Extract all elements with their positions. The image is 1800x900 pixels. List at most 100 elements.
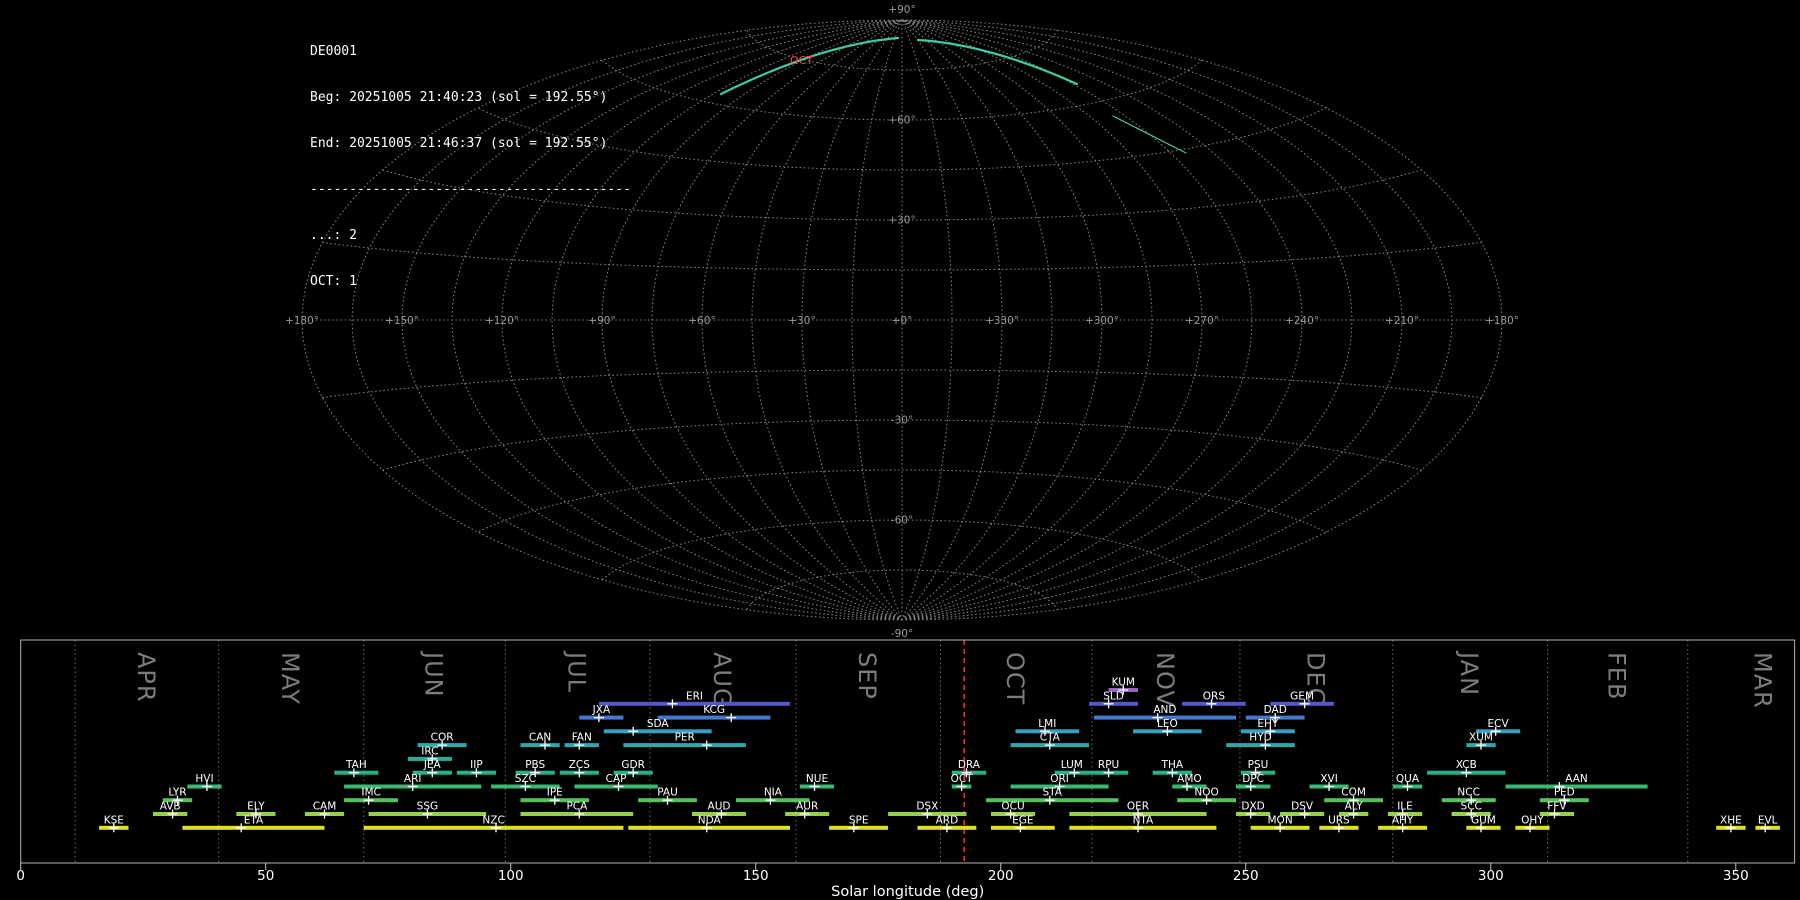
- shower-label-URS: URS: [1328, 814, 1350, 826]
- screen: +180°+150°+120°+90°+60°+30°+0°+330°+300°…: [0, 0, 1800, 900]
- shower-label-COR: COR: [431, 732, 454, 744]
- shower-label-THA: THA: [1161, 759, 1184, 771]
- shower-label-DSX: DSX: [916, 801, 938, 813]
- shower-label-AVB: AVB: [160, 801, 181, 813]
- shower-label-KUM: KUM: [1112, 677, 1135, 689]
- shower-label-FAN: FAN: [572, 732, 592, 744]
- shower-peak-KCG: [726, 713, 736, 722]
- shower-label-HYD: HYD: [1249, 732, 1271, 744]
- shower-label-ILE: ILE: [1397, 801, 1413, 813]
- shower-label-OHY: OHY: [1521, 814, 1544, 826]
- shower-label-EVL: EVL: [1758, 814, 1778, 826]
- shower-label-ELY: ELY: [247, 801, 265, 813]
- plot-canvas: +180°+150°+120°+90°+60°+30°+0°+330°+300°…: [0, 0, 1800, 900]
- shower-label-EGE: EGE: [1012, 814, 1033, 826]
- month-label: FEB: [1603, 652, 1631, 700]
- dec-label: +30°: [888, 215, 915, 227]
- separator-line: ----------------------------------------…: [310, 182, 631, 197]
- shower-label-NIA: NIA: [764, 787, 783, 799]
- observation-info: DE0001 Beg: 20251005 21:40:23 (sol = 192…: [310, 13, 631, 320]
- shower-label-STA: STA: [1042, 787, 1062, 799]
- x-tick-label: 250: [1233, 868, 1259, 884]
- shower-label-JEA: JEA: [423, 759, 442, 771]
- shower-label-AND: AND: [1153, 704, 1176, 716]
- shower-label-QUA: QUA: [1396, 773, 1420, 785]
- shower-bar-AAN: [1506, 785, 1648, 789]
- month-label: JUN: [420, 650, 448, 698]
- x-tick-label: 50: [257, 868, 274, 884]
- dec-label: +60°: [888, 115, 915, 127]
- shower-bar-SDA: [604, 729, 712, 733]
- dec-label: -30°: [891, 415, 913, 427]
- month-label: JAN: [1455, 650, 1483, 696]
- shower-label-OCU: OCU: [1001, 801, 1024, 813]
- shower-label-ORS: ORS: [1203, 690, 1226, 702]
- meteor-track: [918, 40, 1077, 84]
- shower-label-GEM: GEM: [1290, 690, 1314, 702]
- shower-label-CTA: CTA: [1040, 732, 1061, 744]
- shower-label-XHE: XHE: [1720, 814, 1742, 826]
- north-pole-label: +90°: [888, 4, 915, 16]
- shower-label-AUR: AUR: [796, 801, 818, 813]
- shower-label-ZCS: ZCS: [569, 759, 591, 771]
- shower-label-LMI: LMI: [1038, 718, 1056, 730]
- shower-label-EHY: EHY: [1257, 718, 1279, 730]
- shower-label-IRC: IRC: [421, 745, 438, 757]
- shower-label-OCT: OCT: [951, 773, 974, 785]
- shower-label-IIP: IIP: [470, 759, 483, 771]
- shower-label-XUM: XUM: [1469, 732, 1493, 744]
- month-label: AUG: [708, 652, 736, 708]
- meteor-track: [1113, 116, 1186, 153]
- south-pole-label: -90°: [891, 628, 913, 640]
- shower-label-DAD: DAD: [1264, 704, 1287, 716]
- shower-label-TAH: TAH: [345, 759, 367, 771]
- shower-label-AUD: AUD: [708, 801, 731, 813]
- ra-label: +60°: [688, 315, 715, 327]
- shower-label-ARI: ARI: [404, 773, 422, 785]
- shower-label-SPE: SPE: [849, 814, 869, 826]
- shower-label-PAU: PAU: [657, 787, 678, 799]
- shower-label-XCB: XCB: [1456, 759, 1477, 771]
- x-axis-title: Solar longitude (deg): [831, 884, 984, 900]
- activity-timeline: APRMAYJUNJULAUGSEPOCTNOVDECJANFEBMARKUME…: [16, 640, 1794, 900]
- shower-label-ORI: ORI: [1050, 773, 1069, 785]
- month-label: MAR: [1749, 652, 1777, 709]
- shower-bar-ERI: [599, 702, 790, 706]
- shower-label-RPU: RPU: [1098, 759, 1119, 771]
- shower-label-XVI: XVI: [1320, 773, 1337, 785]
- shower-label-NTA: NTA: [1133, 814, 1154, 826]
- shower-label-KSE: KSE: [104, 814, 124, 826]
- shower-label-DRA: DRA: [958, 759, 981, 771]
- ra-label: +240°: [1285, 315, 1319, 327]
- x-tick-label: 0: [16, 868, 25, 884]
- shower-bar-KCG: [658, 716, 771, 720]
- shower-label-DXD: DXD: [1241, 801, 1264, 813]
- shower-label-FED: FED: [1554, 787, 1575, 799]
- oct-radiant-label: OCT: [790, 54, 813, 67]
- shower-label-SCC: SCC: [1461, 801, 1482, 813]
- shower-label-ECV: ECV: [1488, 718, 1510, 730]
- shower-label-MON: MON: [1268, 814, 1293, 826]
- shower-label-KCG: KCG: [703, 704, 725, 716]
- x-tick-label: 300: [1478, 868, 1504, 884]
- shower-label-CAN: CAN: [529, 732, 551, 744]
- shower-label-OER: OER: [1127, 801, 1149, 813]
- ra-label: +300°: [1085, 315, 1119, 327]
- shower-label-AAN: AAN: [1565, 773, 1588, 785]
- shower-label-GUM: GUM: [1471, 814, 1496, 826]
- shower-label-DSV: DSV: [1291, 801, 1314, 813]
- shower-peak-PER: [702, 741, 712, 750]
- shower-bar-PER: [623, 743, 746, 747]
- x-tick-label: 100: [498, 868, 524, 884]
- shower-label-ALY: ALY: [1345, 801, 1364, 813]
- shower-label-CAP: CAP: [606, 773, 627, 785]
- shower-label-SSG: SSG: [417, 801, 438, 813]
- shower-label-IMC: IMC: [361, 787, 381, 799]
- shower-label-ETA: ETA: [244, 814, 264, 826]
- month-label: OCT: [1001, 652, 1029, 705]
- shower-label-CAM: CAM: [313, 801, 337, 813]
- shower-label-PER: PER: [675, 732, 695, 744]
- shower-label-SLD: SLD: [1103, 690, 1124, 702]
- ra-label: +270°: [1185, 315, 1219, 327]
- month-label: NOV: [1151, 652, 1179, 708]
